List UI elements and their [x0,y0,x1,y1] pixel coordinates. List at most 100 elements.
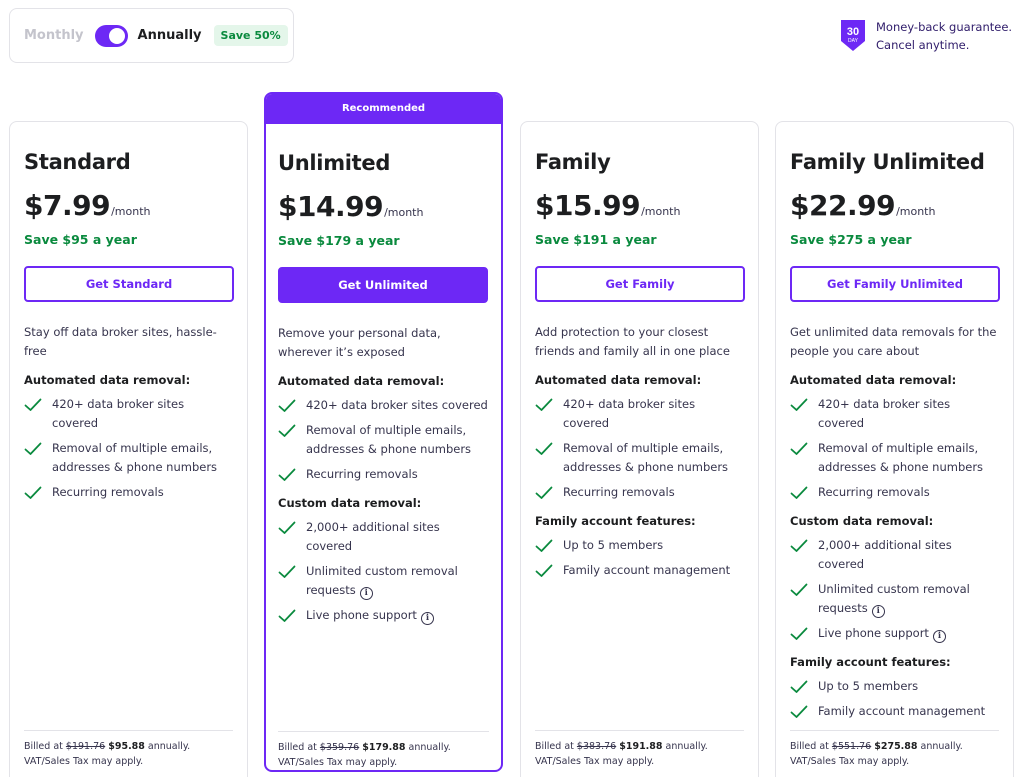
feature-item: Recurring removals [278,465,489,484]
info-icon[interactable]: i [871,605,885,618]
get-family-unlimited-button[interactable]: Get Family Unlimited [790,266,1000,302]
feature-item: Recurring removals [790,483,999,502]
plan-description: Stay off data broker sites, hassle-free [24,325,217,358]
feature-item: Removal of multiple emails, addresses & … [278,421,489,459]
plan-card-family: Family $15.99/month Save $191 a year Get Fa… [520,121,759,777]
billed-original-price: $551.76 [831,741,872,752]
feature-item: 420+ data broker sites covered [535,395,744,433]
billed-line: Billed at $383.76 $191.88 annually. [535,739,744,754]
billed-prefix: Billed at [790,741,832,752]
feature-text-wrap: Removal of multiple emails, addresses & … [52,439,233,477]
yearly-savings: Save $95 a year [24,232,137,247]
feature-section-title: Automated data removal: [535,373,702,387]
feature-text-wrap: Family account management [563,561,730,580]
get-standard-button[interactable]: Get Standard [24,266,234,302]
plan-price: $15.99 [535,189,641,222]
feature-item: Recurring removals [535,483,744,502]
save-percentage-badge: Save 50% [213,25,288,46]
feature-text-wrap: Unlimited custom removal requests i [306,562,489,600]
feature-text: 420+ data broker sites covered [52,397,185,430]
feature-list: Up to 5 members Family account management [535,536,744,580]
check-icon [24,486,42,499]
billed-original-price: $191.76 [65,741,106,752]
info-icon[interactable]: i [359,587,373,600]
check-icon [790,627,808,640]
feature-text: Recurring removals [563,485,675,499]
price-row: $15.99/month [535,189,744,229]
billing-note: Billed at $551.76 $275.88 annually. VAT/S… [790,730,999,769]
plan-card-unlimited: Recommended Unlimited $14.99/month Save $17… [264,92,503,772]
feature-list: 420+ data broker sites covered Removal of… [278,396,489,484]
billed-prefix: Billed at [24,741,66,752]
plan-card-family-unlimited: Family Unlimited $22.99/month Save $275 a … [775,121,1014,777]
feature-text-wrap: 420+ data broker sites covered [563,395,744,433]
feature-text: Up to 5 members [563,538,664,552]
get-unlimited-button[interactable]: Get Unlimited [278,267,488,303]
price-period: /month [384,206,424,219]
billed-original-price: $359.76 [319,742,360,753]
plan-price: $14.99 [278,190,384,223]
feature-item: 420+ data broker sites covered [278,396,489,415]
get-family-button[interactable]: Get Family [535,266,745,302]
billed-line: Billed at $551.76 $275.88 annually. [790,739,999,754]
billing-note: Billed at $191.76 $95.88 annually. VAT/Sa… [24,730,233,769]
check-icon [278,565,296,578]
billing-option-monthly[interactable]: Monthly [24,28,84,43]
feature-text-wrap: 420+ data broker sites covered [52,395,233,433]
feature-text: Live phone support [306,608,417,622]
feature-text: Removal of multiple emails, addresses & … [52,441,218,474]
tax-note: VAT/Sales Tax may apply. [535,756,655,767]
feature-section-title: Automated data removal: [278,374,445,388]
feature-item: Removal of multiple emails, addresses & … [24,439,233,477]
billed-discounted-price: $179.88 [362,742,406,753]
check-icon [278,424,296,437]
feature-section-title: Custom data removal: [790,514,934,528]
check-icon [790,398,808,411]
feature-text-wrap: Up to 5 members [563,536,663,555]
price-period: /month [896,205,936,218]
feature-text-wrap: Family account management [818,702,985,721]
billed-line: Billed at $359.76 $179.88 annually. [278,740,489,755]
billed-line: Billed at $191.76 $95.88 annually. [24,739,233,754]
billing-option-annually[interactable]: Annually [138,28,202,43]
money-back-guarantee: 30 DAY Money-back guarantee. Cancel anyt… [840,18,1012,54]
plan-name: Standard [24,150,131,174]
billed-discounted-price: $275.88 [874,741,918,752]
feature-text: Up to 5 members [818,679,919,693]
info-icon[interactable]: i [420,612,434,625]
yearly-savings: Save $179 a year [278,233,400,248]
billed-prefix: Billed at [278,742,320,753]
switch-knob [108,27,125,44]
price-period: /month [641,205,681,218]
recommended-banner: Recommended [266,94,501,124]
billing-period-switch[interactable] [94,24,128,47]
feature-text: Recurring removals [306,467,418,481]
plan-card-standard: Standard $7.99/month Save $95 a year Get St… [9,121,248,777]
feature-section-title: Automated data removal: [790,373,957,387]
feature-text: 2,000+ additional sites covered [306,520,440,553]
info-icon[interactable]: i [932,630,946,643]
feature-text-wrap: 420+ data broker sites covered [818,395,999,433]
feature-text-wrap: 2,000+ additional sites covered [818,536,999,574]
feature-item: 420+ data broker sites covered [24,395,233,433]
plan-description: Get unlimited data removals for the peop… [790,325,997,358]
yearly-savings: Save $191 a year [535,232,657,247]
feature-text-wrap: Recurring removals [306,465,418,484]
plan-description: Remove your personal data, wherever it’s… [278,326,441,359]
plan-price: $22.99 [790,189,896,222]
feature-list: 420+ data broker sites covered Removal of… [24,395,233,502]
check-icon [535,564,553,577]
price-row: $14.99/month [278,190,489,230]
billed-suffix: annually. [662,741,708,752]
price-period: /month [111,205,151,218]
card-body: Unlimited $14.99/month Save $179 a year Get… [266,148,501,768]
billed-discounted-price: $191.88 [619,741,663,752]
check-icon [24,398,42,411]
billed-prefix: Billed at [535,741,577,752]
guarantee-text: Money-back guarantee. Cancel anytime. [876,18,1012,54]
feature-item: Removal of multiple emails, addresses & … [790,439,999,477]
feature-text: 420+ data broker sites covered [306,398,488,412]
feature-text-wrap: 2,000+ additional sites covered [306,518,489,556]
feature-text-wrap: Removal of multiple emails, addresses & … [306,421,489,459]
feature-text-wrap: Recurring removals [52,483,164,502]
